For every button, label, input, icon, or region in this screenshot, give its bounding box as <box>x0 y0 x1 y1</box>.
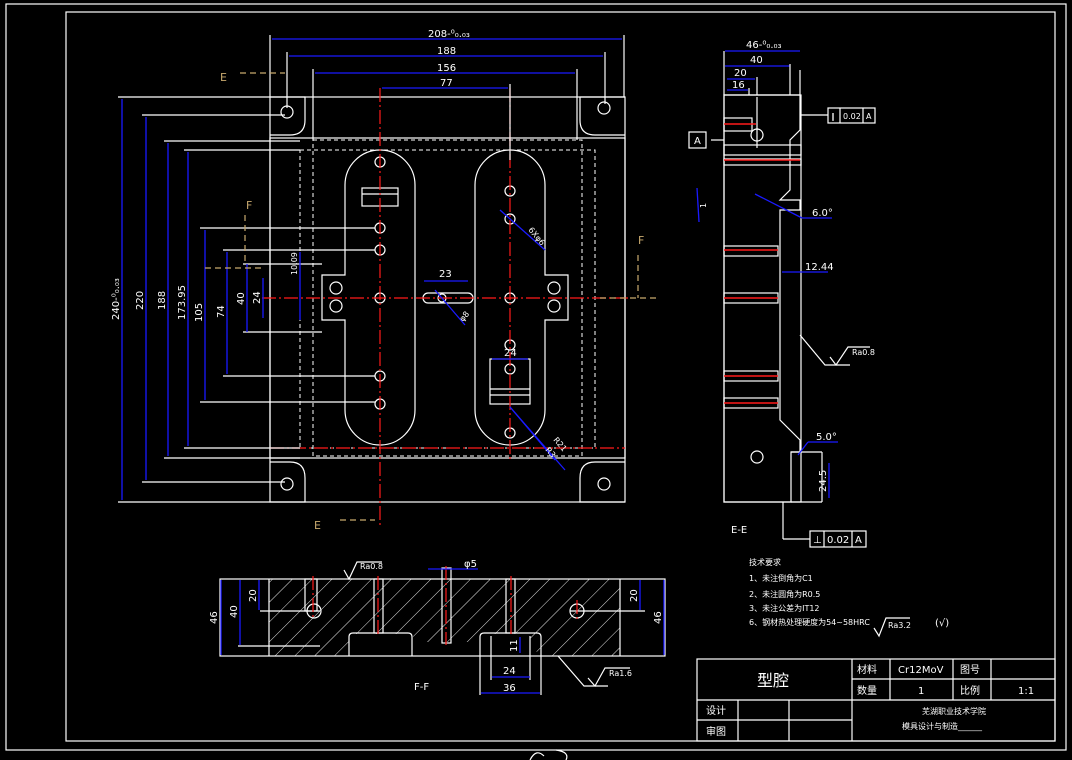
tolerance-frame-perpendicular: ⊥ 0.02 A <box>809 530 867 548</box>
roughness-symbol: Ra0.8 <box>799 334 875 367</box>
tech-req-item: 2、未注圆角为R0.5 <box>749 589 820 599</box>
dim-188-v: 188 <box>157 291 168 310</box>
tech-req-item: 3、未注公差为IT12 <box>749 603 820 613</box>
section-view-f-f: 46 40 20 20 46 φ5 11 24 36 Ra0.8 Ra1.6 F… <box>209 559 666 695</box>
material-value: Cr12MoV <box>898 665 944 676</box>
quantity-label: 数量 <box>857 684 877 697</box>
tech-req-item: 1、未注倒角为C1 <box>749 573 813 583</box>
roughness-symbol-bottom: Ra1.6 <box>557 655 632 688</box>
dim-208: 208-⁰₀.₀₃ <box>428 29 470 40</box>
title-block: 型腔 材料 Cr12MoV 图号 数量 1 比例 1:1 设计 审图 芜湖职业技… <box>696 658 1056 742</box>
dim-77: 77 <box>440 78 453 89</box>
tech-req-title: 技术要求 <box>749 557 781 567</box>
section-mark-e-bottom: E <box>314 519 321 532</box>
dim-24: 24 <box>252 291 263 304</box>
dim-40-side: 40 <box>750 55 763 66</box>
design-label: 设计 <box>706 704 726 717</box>
major-name: 模具设计与制造______ <box>902 721 983 731</box>
dim-20-side: 20 <box>734 68 747 79</box>
dim-105: 105 <box>194 303 205 322</box>
dim-23: 23 <box>439 269 452 280</box>
svg-text:0.02: 0.02 <box>827 535 849 546</box>
side-view-e-e: A 46-⁰₀.₀₃ 40 20 16 6.0° 12.44 5.0° 24.5… <box>688 40 876 548</box>
dim-36: 36 <box>503 683 516 694</box>
section-mark-f-right: F <box>638 234 644 247</box>
section-mark-e-top: E <box>220 71 227 84</box>
dim-173-95: 173.95 <box>177 285 188 320</box>
dim-20-right: 20 <box>629 589 640 602</box>
svg-text:A: A <box>866 112 872 121</box>
material-label: 材料 <box>857 663 877 676</box>
review-label: 审图 <box>706 725 726 738</box>
dim-188: 188 <box>437 46 456 57</box>
school-name: 芜湖职业技术学院 <box>922 706 986 716</box>
dim-46: 46-⁰₀.₀₃ <box>746 40 782 51</box>
section-view-title: F-F <box>414 682 429 693</box>
roughness-symbol-top: Ra0.8 <box>343 561 383 581</box>
tech-req-other-mark: (√) <box>935 618 949 629</box>
dim-20-left: 20 <box>248 589 259 602</box>
svg-text:Ra1.6: Ra1.6 <box>609 669 632 678</box>
dim-240: 240-⁰₀.₀₃ <box>111 278 122 320</box>
dim-11: 11 <box>509 639 520 652</box>
svg-text:Ra0.8: Ra0.8 <box>360 562 383 571</box>
dim-12-44: 12.44 <box>805 262 834 273</box>
tech-req-roughness: Ra3.2 <box>888 621 911 630</box>
dim-40-left: 40 <box>229 605 240 618</box>
dim-24-5: 24.5 <box>818 470 829 492</box>
side-view-title: E-E <box>731 525 747 536</box>
dim-74: 74 <box>216 305 227 318</box>
plan-view: E E F F 208-⁰₀.₀₃ 188 156 77 240-⁰₀.₀₃ 2… <box>111 29 660 532</box>
scale-value: 1:1 <box>1018 686 1034 697</box>
tolerance-frame-parallel: ∥ 0.02 A <box>827 107 876 124</box>
dim-16-side: 16 <box>732 80 745 91</box>
tech-req-item: 6、钢材热处理硬度为54~58HRC <box>749 617 870 627</box>
dim-156: 156 <box>437 63 456 74</box>
svg-text:Ra0.8: Ra0.8 <box>852 348 875 357</box>
svg-text:A: A <box>855 535 862 546</box>
svg-text:∥: ∥ <box>831 112 835 121</box>
dim-angle-5: 5.0° <box>816 432 837 443</box>
part-name: 型腔 <box>757 671 789 690</box>
scale-label: 比例 <box>960 684 980 697</box>
cad-drawing-canvas: E E F F 208-⁰₀.₀₃ 188 156 77 240-⁰₀.₀₃ 2… <box>5 3 1067 760</box>
dim-10-09: 10.09 <box>290 252 299 275</box>
dim-40: 40 <box>236 292 247 305</box>
dimension-lines <box>121 38 622 500</box>
dim-angle-6: 6.0° <box>812 208 833 219</box>
drawing-no-label: 图号 <box>960 664 980 676</box>
dim-46-right: 46 <box>653 611 664 624</box>
svg-text:0.02: 0.02 <box>843 112 861 121</box>
section-mark-f-left: F <box>246 199 252 212</box>
svg-text:⊥: ⊥ <box>813 535 822 546</box>
dim-46-left: 46 <box>209 611 220 624</box>
dim-phi5: φ5 <box>464 559 477 570</box>
quantity-value: 1 <box>918 686 924 697</box>
dim-24-ff: 24 <box>503 666 516 677</box>
datum-a-label: A <box>694 136 701 147</box>
dim-220: 220 <box>135 291 146 310</box>
dim-24-inner: 24 <box>504 348 517 359</box>
dim-1: 1 <box>699 203 708 208</box>
dim-phi8: φ8 <box>458 310 472 324</box>
technical-requirements: 技术要求 1、未注倒角为C1 2、未注圆角为R0.5 3、未注公差为IT12 6… <box>749 557 949 638</box>
